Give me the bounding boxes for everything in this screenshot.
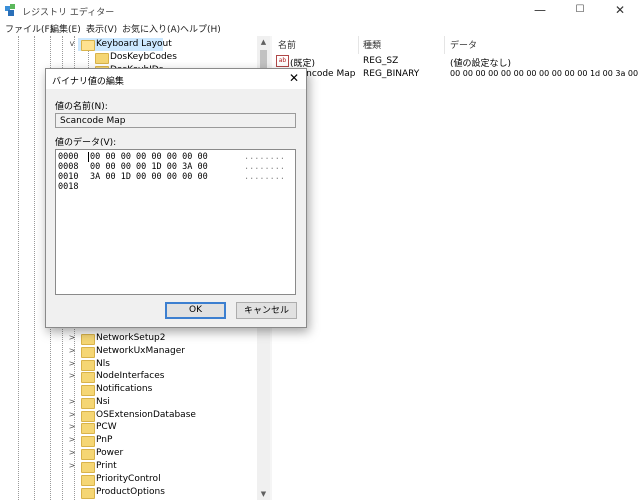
minimize-button[interactable]: — xyxy=(520,0,560,20)
hex-ascii: ........ xyxy=(244,152,285,162)
tree-item-networkuxmanager[interactable]: NetworkUxManager xyxy=(96,345,185,358)
hex-ascii: ........ xyxy=(244,162,285,172)
cancel-button[interactable]: キャンセル xyxy=(236,302,297,319)
expand-icon[interactable]: > xyxy=(67,346,77,355)
dialog-titlebar[interactable]: バイナリ値の編集 ✕ xyxy=(46,69,306,89)
folder-icon xyxy=(81,360,95,371)
registry-editor-icon xyxy=(5,4,15,16)
tree-item-print[interactable]: Print xyxy=(96,460,117,473)
column-header-type[interactable]: 種類 xyxy=(363,38,381,51)
folder-icon xyxy=(95,53,109,64)
scroll-down-arrow[interactable]: ▼ xyxy=(257,488,270,500)
hex-address: 0000 xyxy=(58,152,79,162)
expand-icon[interactable]: > xyxy=(67,461,77,470)
tree-item-nsi[interactable]: Nsi xyxy=(96,396,110,409)
folder-icon xyxy=(81,347,95,358)
expand-icon[interactable]: > xyxy=(67,359,77,368)
folder-icon xyxy=(81,488,95,499)
column-separator[interactable] xyxy=(444,36,445,54)
tree-item-productoptions[interactable]: ProductOptions xyxy=(96,486,165,499)
tree-item-doskeybcodes[interactable]: DosKeybCodes xyxy=(110,51,177,64)
column-header-name[interactable]: 名前 xyxy=(278,38,296,51)
value-name-label: 値の名前(N): xyxy=(55,102,108,112)
value-type: REG_BINARY xyxy=(363,69,420,79)
folder-icon xyxy=(81,475,95,486)
maximize-button[interactable]: ☐ xyxy=(560,0,600,20)
tree-item-notifications[interactable]: Notifications xyxy=(96,383,152,396)
tree-guide-line xyxy=(34,36,35,500)
string-value-icon: ab xyxy=(276,55,289,67)
folder-icon xyxy=(81,423,95,434)
folder-icon xyxy=(81,436,95,447)
close-window-button[interactable]: ✕ xyxy=(600,0,640,20)
hex-bytes: 3A 00 1D 00 00 00 00 00 xyxy=(90,172,208,182)
value-type: REG_SZ xyxy=(363,56,399,66)
hex-address: 0008 xyxy=(58,162,79,172)
menu-file[interactable]: ファイル(F) xyxy=(5,22,53,35)
expand-icon[interactable]: > xyxy=(67,333,77,342)
value-data: 00 00 00 00 00 00 00 00 00 00 00 1d 00 3… xyxy=(450,69,640,78)
hex-editor[interactable]: 0000 00 00 00 00 00 00 00 00 ........ 00… xyxy=(55,149,296,295)
tree-item-networksetup2[interactable]: NetworkSetup2 xyxy=(96,332,166,345)
expand-icon[interactable]: > xyxy=(67,410,77,419)
expand-icon[interactable]: > xyxy=(67,397,77,406)
value-name-field[interactable]: Scancode Map xyxy=(55,113,296,128)
window-titlebar: レジストリ エディター — ☐ ✕ xyxy=(0,0,640,20)
tree-item-prioritycontrol[interactable]: PriorityControl xyxy=(96,473,161,486)
menu-bar: ファイル(F) 編集(E) 表示(V) お気に入り(A) ヘルプ(H) xyxy=(0,20,640,36)
hex-ascii: ........ xyxy=(244,172,285,182)
menu-help[interactable]: ヘルプ(H) xyxy=(180,22,221,35)
folder-icon xyxy=(81,398,95,409)
tree-item-pcw[interactable]: PCW xyxy=(96,421,117,434)
folder-open-icon xyxy=(81,40,95,51)
scroll-up-arrow[interactable]: ▲ xyxy=(257,36,270,48)
hex-address: 0010 xyxy=(58,172,79,182)
folder-icon xyxy=(81,334,95,345)
expand-icon[interactable]: > xyxy=(67,448,77,457)
hex-address: 0018 xyxy=(58,182,79,192)
hex-bytes: 00 00 00 00 00 00 00 00 xyxy=(90,152,208,162)
folder-icon xyxy=(81,372,95,383)
expand-icon[interactable]: > xyxy=(67,435,77,444)
value-data: (値の設定なし) xyxy=(450,59,512,69)
column-separator[interactable] xyxy=(358,36,359,54)
value-list[interactable]: 名前 種類 データ ab (既定) REG_SZ (値の設定なし) Scanco… xyxy=(272,36,640,500)
hex-bytes: 00 00 00 00 1D 00 3A 00 xyxy=(90,162,208,172)
tree-item-power[interactable]: Power xyxy=(96,447,123,460)
tree-item-pnp[interactable]: PnP xyxy=(96,434,112,447)
value-data-label: 値のデータ(V): xyxy=(55,138,117,148)
folder-icon xyxy=(81,449,95,460)
folder-icon xyxy=(81,385,95,396)
ok-button[interactable]: OK xyxy=(165,302,226,319)
expand-icon[interactable]: > xyxy=(67,371,77,380)
tree-item-nodeinterfaces[interactable]: NodeInterfaces xyxy=(96,370,164,383)
dialog-title: バイナリ値の編集 xyxy=(52,77,124,87)
folder-icon xyxy=(81,411,95,422)
tree-item-keyboard-layout[interactable]: Keyboard Layout xyxy=(96,38,172,51)
collapse-icon[interactable]: v xyxy=(67,39,77,48)
edit-binary-value-dialog: バイナリ値の編集 ✕ 値の名前(N): Scancode Map 値のデータ(V… xyxy=(45,68,307,328)
text-caret xyxy=(88,152,89,162)
column-header-data[interactable]: データ xyxy=(450,38,477,51)
expand-icon[interactable]: > xyxy=(67,422,77,431)
menu-view[interactable]: 表示(V) xyxy=(86,22,117,35)
tree-guide-line xyxy=(18,36,19,500)
folder-icon xyxy=(81,462,95,473)
close-icon[interactable]: ✕ xyxy=(286,70,302,86)
menu-edit[interactable]: 編集(E) xyxy=(50,22,81,35)
window-title: レジストリ エディター xyxy=(22,8,115,18)
menu-favorites[interactable]: お気に入り(A) xyxy=(122,22,180,35)
